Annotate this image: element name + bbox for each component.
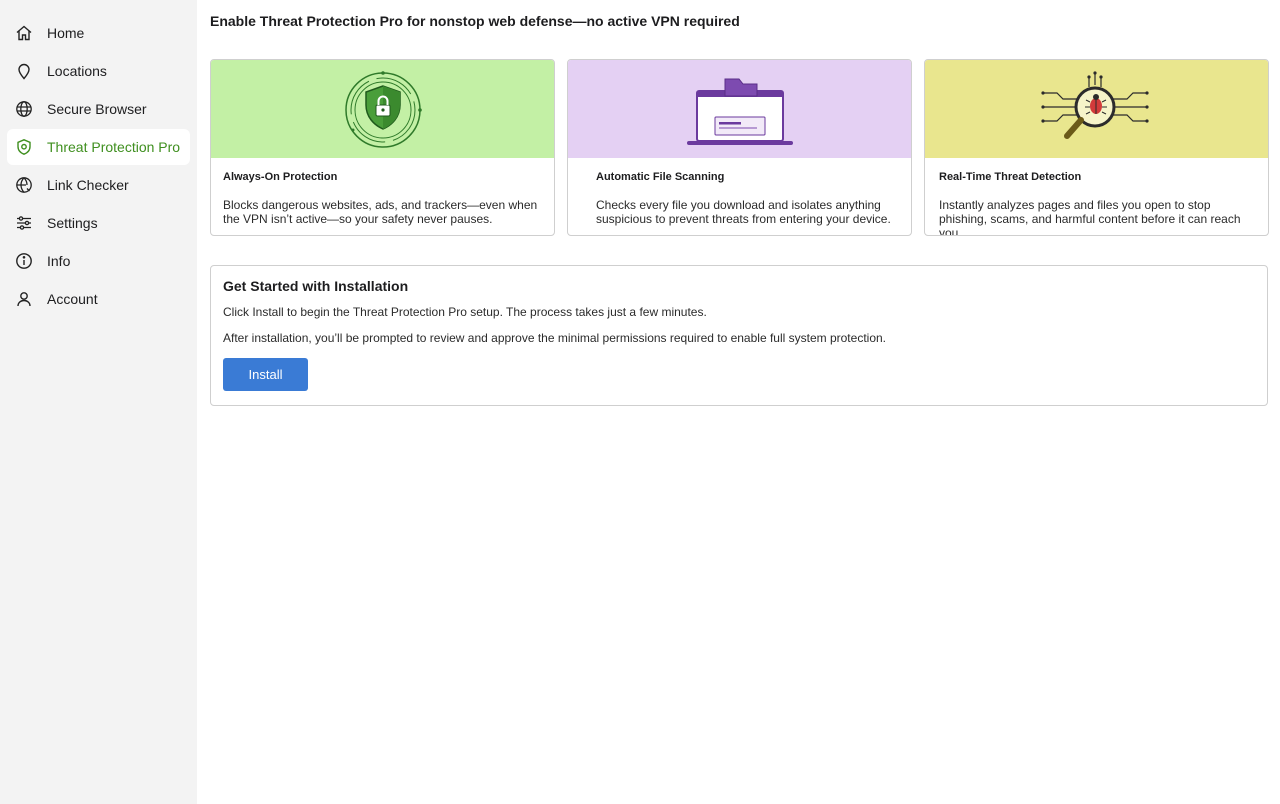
feature-card-real-time-detection: Real-Time Threat Detection Instantly ana… (924, 59, 1269, 236)
card-title: Automatic File Scanning (596, 171, 725, 183)
feature-card-file-scanning: Automatic File Scanning Checks every fil… (567, 59, 912, 236)
install-panel: Get Started with Installation Click Inst… (210, 265, 1268, 406)
card-description: Blocks dangerous websites, ads, and trac… (223, 198, 538, 226)
sidebar-item-label: Link Checker (47, 177, 129, 193)
shield-icon (15, 138, 33, 156)
sidebar-item-home[interactable]: Home (7, 15, 190, 51)
app-window: Home Locations Secure Browser Threat Pro… (0, 0, 1280, 804)
card-description: Checks every file you download and isola… (596, 198, 891, 226)
sidebar-item-label: Home (47, 25, 85, 41)
sidebar: Home Locations Secure Browser Threat Pro… (0, 0, 197, 804)
location-pin-icon (15, 62, 33, 80)
install-permissions-note: After installation, you’ll be prompted t… (223, 331, 886, 345)
card-title: Real-Time Threat Detection (939, 171, 1082, 183)
home-icon (15, 24, 33, 42)
feature-card-always-on: Always-On Protection Blocks dangerous we… (210, 59, 555, 236)
card-body: Always-On Protection Blocks dangerous we… (211, 158, 554, 226)
globe-link-icon (15, 176, 33, 194)
install-title: Get Started with Installation (223, 278, 409, 294)
sidebar-item-label: Secure Browser (47, 101, 147, 117)
feature-cards: Always-On Protection Blocks dangerous we… (210, 59, 1269, 236)
shield-lock-illustration (211, 60, 554, 158)
sidebar-item-label: Info (47, 253, 71, 269)
main-content: Enable Threat Protection Pro for nonstop… (197, 0, 1280, 804)
card-body: Real-Time Threat Detection Instantly ana… (925, 158, 1268, 236)
globe-icon (15, 100, 33, 118)
sidebar-item-label: Threat Protection Pro (47, 139, 181, 155)
card-body: Automatic File Scanning Checks every fil… (568, 158, 911, 226)
magnifier-bug-illustration (925, 60, 1268, 158)
person-icon (15, 290, 33, 308)
sidebar-item-link-checker[interactable]: Link Checker (7, 167, 190, 203)
install-button[interactable]: Install (223, 358, 308, 391)
sidebar-item-label: Locations (47, 63, 107, 79)
sidebar-item-secure-browser[interactable]: Secure Browser (7, 91, 190, 127)
sidebar-item-account[interactable]: Account (7, 281, 190, 317)
sidebar-item-info[interactable]: Info (7, 243, 190, 279)
card-description: Instantly analyzes pages and files you o… (939, 198, 1241, 236)
page-title: Enable Threat Protection Pro for nonstop… (210, 13, 740, 29)
info-icon (15, 252, 33, 270)
sidebar-item-settings[interactable]: Settings (7, 205, 190, 241)
sidebar-item-threat-protection-pro[interactable]: Threat Protection Pro (7, 129, 190, 165)
sliders-icon (15, 214, 33, 232)
install-instructions: Click Install to begin the Threat Protec… (223, 305, 707, 319)
sidebar-item-label: Settings (47, 215, 98, 231)
laptop-folder-illustration (568, 60, 911, 158)
card-title: Always-On Protection (223, 171, 338, 183)
sidebar-item-label: Account (47, 291, 98, 307)
sidebar-item-locations[interactable]: Locations (7, 53, 190, 89)
